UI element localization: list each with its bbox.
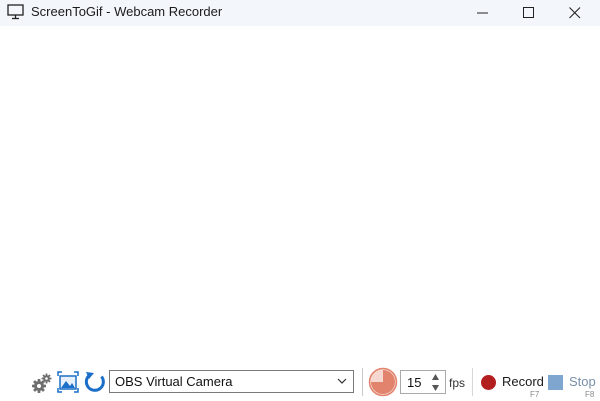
record-shortcut: F7	[530, 390, 540, 398]
minimize-button[interactable]	[460, 0, 506, 26]
close-button[interactable]	[552, 0, 598, 26]
fps-unit-label: fps	[449, 376, 466, 390]
camera-select[interactable]: OBS Virtual Camera	[109, 370, 354, 393]
timer-pie-icon[interactable]	[368, 367, 398, 397]
record-label: Record	[502, 374, 544, 389]
refresh-icon[interactable]	[83, 370, 107, 394]
chevron-down-icon	[337, 378, 347, 384]
stop-label: Stop	[569, 374, 596, 389]
stop-shortcut: F8	[585, 390, 595, 398]
maximize-icon	[523, 7, 534, 18]
scale-image-icon[interactable]	[57, 371, 79, 393]
webcam-preview-area	[0, 26, 600, 364]
window-title: ScreenToGif - Webcam Recorder	[31, 4, 223, 19]
fps-spinner[interactable]: 15	[400, 370, 446, 394]
fps-value: 15	[407, 375, 422, 390]
close-icon	[569, 7, 581, 19]
decrement-arrow-icon[interactable]	[431, 384, 440, 392]
minimize-icon	[477, 12, 488, 14]
record-icon	[481, 375, 496, 390]
recorder-toolbar: OBS Virtual Camera 15 fps Record F7 Stop…	[0, 364, 600, 398]
camera-select-value: OBS Virtual Camera	[115, 374, 233, 389]
increment-arrow-icon[interactable]	[431, 373, 440, 381]
gears-icon[interactable]	[31, 372, 53, 394]
stop-icon	[548, 375, 563, 390]
record-button[interactable]: Record F7	[478, 370, 544, 398]
toolbar-separator	[362, 368, 363, 396]
stop-button[interactable]: Stop F8	[546, 370, 600, 398]
toolbar-separator	[472, 368, 473, 396]
webcam-recorder-window: ScreenToGif - Webcam Recorder OBS Virtua…	[0, 0, 600, 398]
title-bar[interactable]: ScreenToGif - Webcam Recorder	[0, 0, 600, 26]
maximize-button[interactable]	[506, 0, 552, 26]
app-icon	[7, 4, 24, 20]
